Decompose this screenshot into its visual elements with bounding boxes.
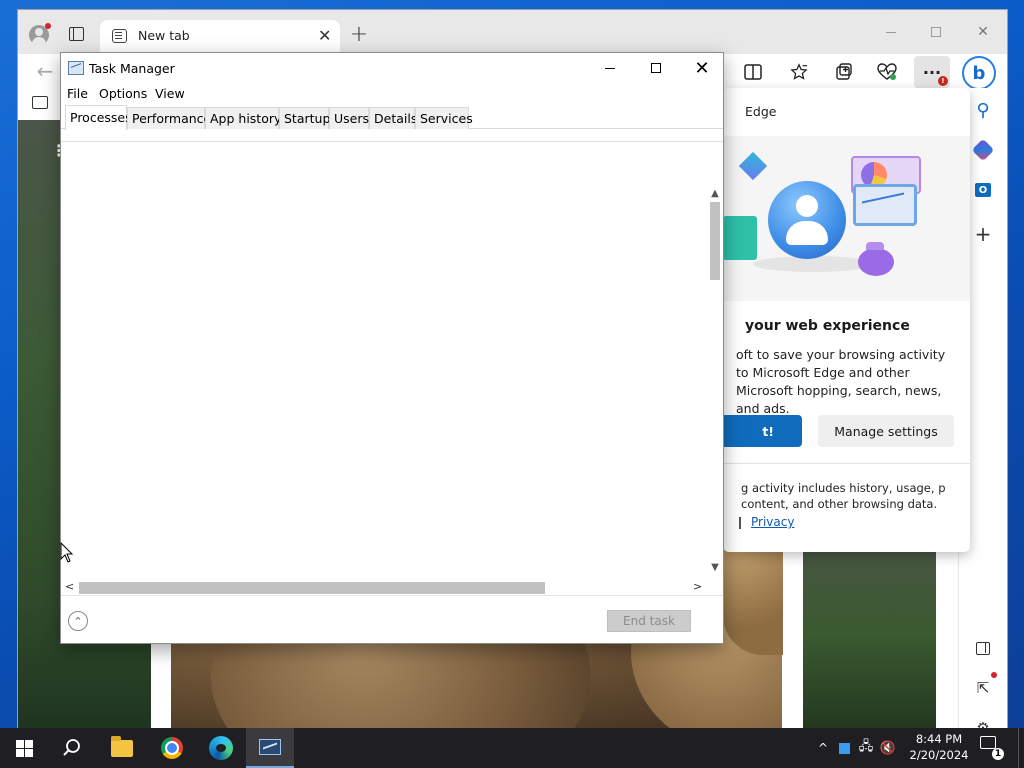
coin-photo-edge <box>723 545 783 655</box>
show-hidden-icons-chevron-icon[interactable]: ^ <box>812 741 834 755</box>
card-gap <box>783 535 803 728</box>
hide-sidebar-icon[interactable] <box>971 636 995 660</box>
menu-view[interactable]: View <box>155 86 185 101</box>
scroll-down-arrow-icon[interactable]: ▼ <box>707 560 723 576</box>
menu-bar: File Options View <box>61 83 723 105</box>
clock[interactable]: 8:44 PM 2/20/2024 <box>906 731 972 763</box>
flyout-header: Edge <box>723 88 970 136</box>
flyout-divider <box>723 463 970 464</box>
edge-promo-flyout: Edge your web experience oft to save you… <box>723 88 970 552</box>
vertical-scrollbar[interactable]: ▲ ▼ <box>707 186 723 576</box>
folder-icon[interactable] <box>30 93 50 111</box>
scroll-right-arrow-icon[interactable]: > <box>693 579 705 595</box>
show-desktop-button[interactable] <box>1018 728 1024 768</box>
tab-close-icon[interactable]: ✕ <box>318 26 331 45</box>
tab-app-history[interactable]: App history <box>205 107 281 129</box>
menu-options[interactable]: Options <box>99 86 147 101</box>
flyout-heading: your web experience <box>745 318 910 334</box>
update-badge: ! <box>938 76 948 86</box>
new-tab-button[interactable]: + <box>348 22 370 47</box>
tab-details[interactable]: Details <box>369 107 417 129</box>
mouse-pointer-icon <box>60 541 74 563</box>
flyout-accept-button[interactable]: t! <box>723 415 802 447</box>
flyout-footer-text: g activity includes history, usage, p co… <box>741 481 946 511</box>
horizontal-scroll-thumb[interactable] <box>79 582 545 594</box>
file-explorer-icon[interactable] <box>98 728 146 768</box>
network-icon[interactable]: 🖧 <box>855 737 877 759</box>
maximize-button[interactable] <box>633 53 679 83</box>
scroll-up-arrow-icon[interactable]: ▲ <box>707 186 723 202</box>
close-button[interactable]: ✕ <box>679 53 725 83</box>
clock-date: 2/20/2024 <box>909 748 969 762</box>
tab-actions-icon[interactable] <box>66 24 86 44</box>
edge-icon[interactable] <box>197 728 245 768</box>
privacy-icon <box>739 517 741 529</box>
horizontal-scrollbar[interactable]: < > <box>61 579 707 595</box>
tab-new-tab[interactable]: New tab ✕ <box>100 20 340 54</box>
notification-count: 1 <box>992 748 1004 760</box>
notification-center-icon[interactable]: 1 <box>980 736 1004 760</box>
browser-essentials-icon[interactable] <box>874 60 900 84</box>
copilot-icon[interactable]: b <box>962 56 996 90</box>
task-manager-window: Task Manager ✕ File Options View Process… <box>60 52 724 644</box>
flyout-title: Edge <box>745 104 777 119</box>
vertical-scroll-thumb[interactable] <box>710 202 720 280</box>
tab-strip: Processes Performance App history Startu… <box>61 105 723 130</box>
back-button[interactable]: ← <box>32 58 58 84</box>
tab-startup[interactable]: Startup <box>279 107 330 129</box>
settings-and-more-button[interactable]: ··· ! <box>914 56 950 88</box>
add-icon[interactable]: + <box>971 222 995 246</box>
start-button[interactable] <box>0 728 48 768</box>
tab-users[interactable]: Users <box>329 107 369 129</box>
scroll-left-arrow-icon[interactable]: < <box>65 579 77 595</box>
card-gap-right <box>936 535 958 728</box>
split-screen-icon[interactable] <box>740 60 766 84</box>
flyout-illustration <box>723 136 970 301</box>
minimize-button[interactable] <box>587 53 633 83</box>
outlook-icon[interactable]: O <box>971 178 995 202</box>
column-header-area <box>61 129 723 142</box>
fewer-details-button[interactable]: ⌃ <box>68 611 88 631</box>
privacy-link[interactable]: Privacy <box>751 515 794 529</box>
edge-close-button[interactable]: ✕ <box>968 20 998 44</box>
flyout-body: oft to save your browsing activity to Mi… <box>736 347 946 416</box>
task-manager-footer: ⌃ End task <box>61 595 723 643</box>
manage-settings-button[interactable]: Manage settings <box>818 415 954 447</box>
edge-minimize-button[interactable] <box>876 20 906 44</box>
tab-title: New tab <box>138 28 190 43</box>
favorites-star-icon[interactable] <box>786 60 812 84</box>
open-external-icon[interactable]: ⇱ <box>971 672 997 700</box>
chrome-icon[interactable] <box>148 728 196 768</box>
page-icon <box>112 29 127 43</box>
task-manager-taskbar-icon[interactable] <box>246 728 294 768</box>
tray-app-icon[interactable] <box>839 742 850 754</box>
process-list[interactable] <box>61 142 723 582</box>
collections-icon[interactable] <box>831 60 857 84</box>
desktop: New tab ✕ + ✕ ← ··· ! b ⋮ ⚲ O + ⇱ ⚙ Edge… <box>0 0 1024 728</box>
edge-titlebar: New tab ✕ + ✕ <box>18 10 1007 54</box>
sidebar-settings-icon[interactable]: ⚙ <box>971 716 995 728</box>
taskbar: ^ 🖧 🔇 8:44 PM 2/20/2024 1 <box>0 728 1024 768</box>
search-icon[interactable] <box>48 728 96 768</box>
window-title: Task Manager <box>89 61 175 76</box>
copilot-sidebar-icon[interactable] <box>971 138 995 162</box>
system-tray: ^ 🖧 🔇 <box>812 728 899 768</box>
tab-processes[interactable]: Processes <box>65 105 132 130</box>
task-manager-icon <box>68 61 84 75</box>
tab-services[interactable]: Services <box>415 107 473 129</box>
search-icon[interactable]: ⚲ <box>971 98 995 122</box>
end-task-button[interactable]: End task <box>607 610 691 632</box>
profile-icon[interactable] <box>26 22 52 48</box>
mountain-photo[interactable] <box>803 542 936 728</box>
clock-time: 8:44 PM <box>915 732 963 746</box>
volume-muted-icon[interactable]: 🔇 <box>877 741 899 756</box>
tab-performance[interactable]: Performance <box>127 107 211 129</box>
edge-maximize-button[interactable] <box>921 20 951 44</box>
task-manager-titlebar[interactable]: Task Manager ✕ <box>61 53 723 83</box>
menu-file[interactable]: File <box>67 86 88 101</box>
